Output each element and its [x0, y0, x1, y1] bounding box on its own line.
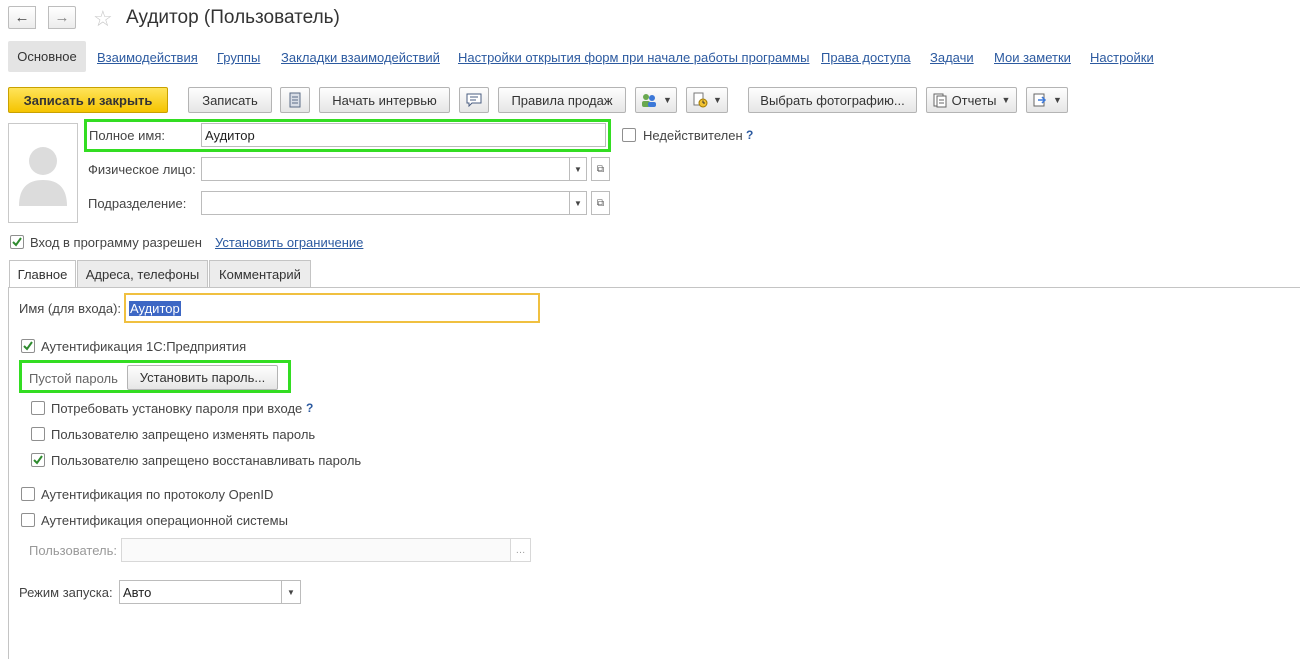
launch-mode-dropdown-button[interactable]: ▼	[281, 580, 301, 604]
choose-photo-button[interactable]: Выбрать фотографию...	[748, 87, 917, 113]
os-user-input	[121, 538, 511, 562]
full-name-input[interactable]: Аудитор	[201, 123, 606, 147]
tab-addresses[interactable]: Адреса, телефоны	[77, 260, 208, 287]
users-icon	[642, 94, 657, 107]
reports-label: Отчеты	[951, 92, 997, 108]
back-button[interactable]: ←	[8, 6, 36, 29]
tab-comment[interactable]: Комментарий	[209, 260, 311, 287]
department-open-button[interactable]: ⧉	[591, 191, 610, 215]
arrow-right-icon: →	[54, 9, 70, 26]
forbid-restore-label: Пользователю запрещено восстанавливать п…	[51, 453, 362, 468]
login-allowed-checkbox[interactable]	[10, 235, 24, 249]
auth-1c-checkbox[interactable]	[21, 339, 35, 353]
nav-link-access-rights[interactable]: Права доступа	[821, 50, 911, 65]
chevron-down-icon: ▼	[287, 587, 295, 597]
department-input[interactable]	[201, 191, 570, 215]
start-interview-button[interactable]: Начать интервью	[319, 87, 450, 113]
forward-button[interactable]: →	[48, 6, 76, 29]
os-user-select-button: …	[510, 538, 531, 562]
history-menu-button[interactable]: ▼	[686, 87, 728, 113]
invalid-label: Недействителен	[643, 128, 743, 143]
set-restriction-link[interactable]: Установить ограничение	[215, 235, 363, 250]
individual-open-button[interactable]: ⧉	[591, 157, 610, 181]
auth-openid-checkbox[interactable]	[21, 487, 35, 501]
nav-link-settings[interactable]: Настройки	[1090, 50, 1154, 65]
login-name-label: Имя (для входа):	[19, 301, 122, 316]
launch-mode-select[interactable]: Авто	[119, 580, 282, 604]
full-name-label: Полное имя:	[89, 128, 165, 143]
os-user-label: Пользователь:	[29, 543, 117, 558]
individual-label: Физическое лицо:	[88, 162, 196, 177]
document-button[interactable]	[280, 87, 310, 113]
nav-link-tasks[interactable]: Задачи	[930, 50, 974, 65]
login-name-input[interactable]: Аудитор	[124, 293, 540, 323]
tab-main[interactable]: Главное	[9, 260, 76, 288]
ellipsis-icon: …	[515, 544, 526, 556]
nav-link-groups[interactable]: Группы	[217, 50, 260, 65]
auth-os-label: Аутентификация операционной системы	[41, 513, 288, 528]
empty-password-label: Пустой пароль	[29, 371, 118, 386]
login-name-selected-text: Аудитор	[129, 300, 181, 316]
favorite-star-icon[interactable]: ☆	[93, 6, 113, 32]
set-password-button[interactable]: Установить пароль...	[127, 365, 278, 390]
open-window-icon: ⧉	[596, 197, 605, 209]
open-window-icon: ⧉	[596, 163, 605, 175]
invalid-help-icon[interactable]: ?	[746, 128, 753, 142]
nav-link-form-settings[interactable]: Настройки открытия форм при начале работ…	[458, 50, 809, 65]
sales-rules-button[interactable]: Правила продаж	[498, 87, 626, 113]
reports-menu-button[interactable]: Отчеты ▼	[926, 87, 1017, 113]
save-button[interactable]: Записать	[188, 87, 272, 113]
require-password-checkbox[interactable]	[31, 401, 45, 415]
export-icon	[1033, 93, 1047, 107]
comment-button[interactable]	[459, 87, 489, 113]
login-allowed-label: Вход в программу разрешен	[30, 235, 202, 250]
page-title: Аудитор (Пользователь)	[126, 7, 340, 28]
chevron-down-icon: ▼	[1053, 95, 1062, 105]
user-silhouette-icon	[19, 147, 67, 206]
chevron-down-icon: ▼	[1001, 95, 1011, 105]
document-list-icon	[289, 92, 301, 108]
save-and-close-button[interactable]: Записать и закрыть	[8, 87, 168, 113]
require-password-help-icon[interactable]: ?	[306, 401, 313, 415]
forbid-change-label: Пользователю запрещено изменять пароль	[51, 427, 316, 442]
auth-os-checkbox[interactable]	[21, 513, 35, 527]
chevron-down-icon: ▼	[713, 95, 722, 105]
nav-link-bookmarks[interactable]: Закладки взаимодействий	[281, 50, 440, 65]
nav-link-interactions[interactable]: Взаимодействия	[97, 50, 198, 65]
users-menu-button[interactable]: ▼	[635, 87, 677, 113]
department-label: Подразделение:	[88, 196, 187, 211]
nav-link-notes[interactable]: Мои заметки	[994, 50, 1071, 65]
invalid-checkbox[interactable]	[622, 128, 636, 142]
launch-mode-label: Режим запуска:	[19, 585, 113, 600]
arrow-left-icon: ←	[14, 9, 30, 26]
chevron-down-icon: ▼	[663, 95, 672, 105]
individual-input[interactable]	[201, 157, 570, 181]
auth-openid-label: Аутентификация по протоколу OpenID	[41, 487, 274, 502]
report-icon	[933, 93, 947, 107]
more-actions-button[interactable]: ▼	[1026, 87, 1068, 113]
require-password-label: Потребовать установку пароля при входе	[51, 401, 303, 416]
chevron-down-icon: ▼	[574, 164, 582, 174]
nav-item-current[interactable]: Основное	[8, 41, 86, 72]
forbid-change-checkbox[interactable]	[31, 427, 45, 441]
forbid-restore-checkbox[interactable]	[31, 453, 45, 467]
chevron-down-icon: ▼	[574, 198, 582, 208]
auth-1c-label: Аутентификация 1С:Предприятия	[41, 339, 247, 354]
speech-bubble-icon	[466, 93, 482, 107]
individual-dropdown-button[interactable]: ▼	[569, 157, 587, 181]
avatar[interactable]	[8, 123, 78, 223]
document-clock-icon	[693, 92, 708, 108]
department-dropdown-button[interactable]: ▼	[569, 191, 587, 215]
